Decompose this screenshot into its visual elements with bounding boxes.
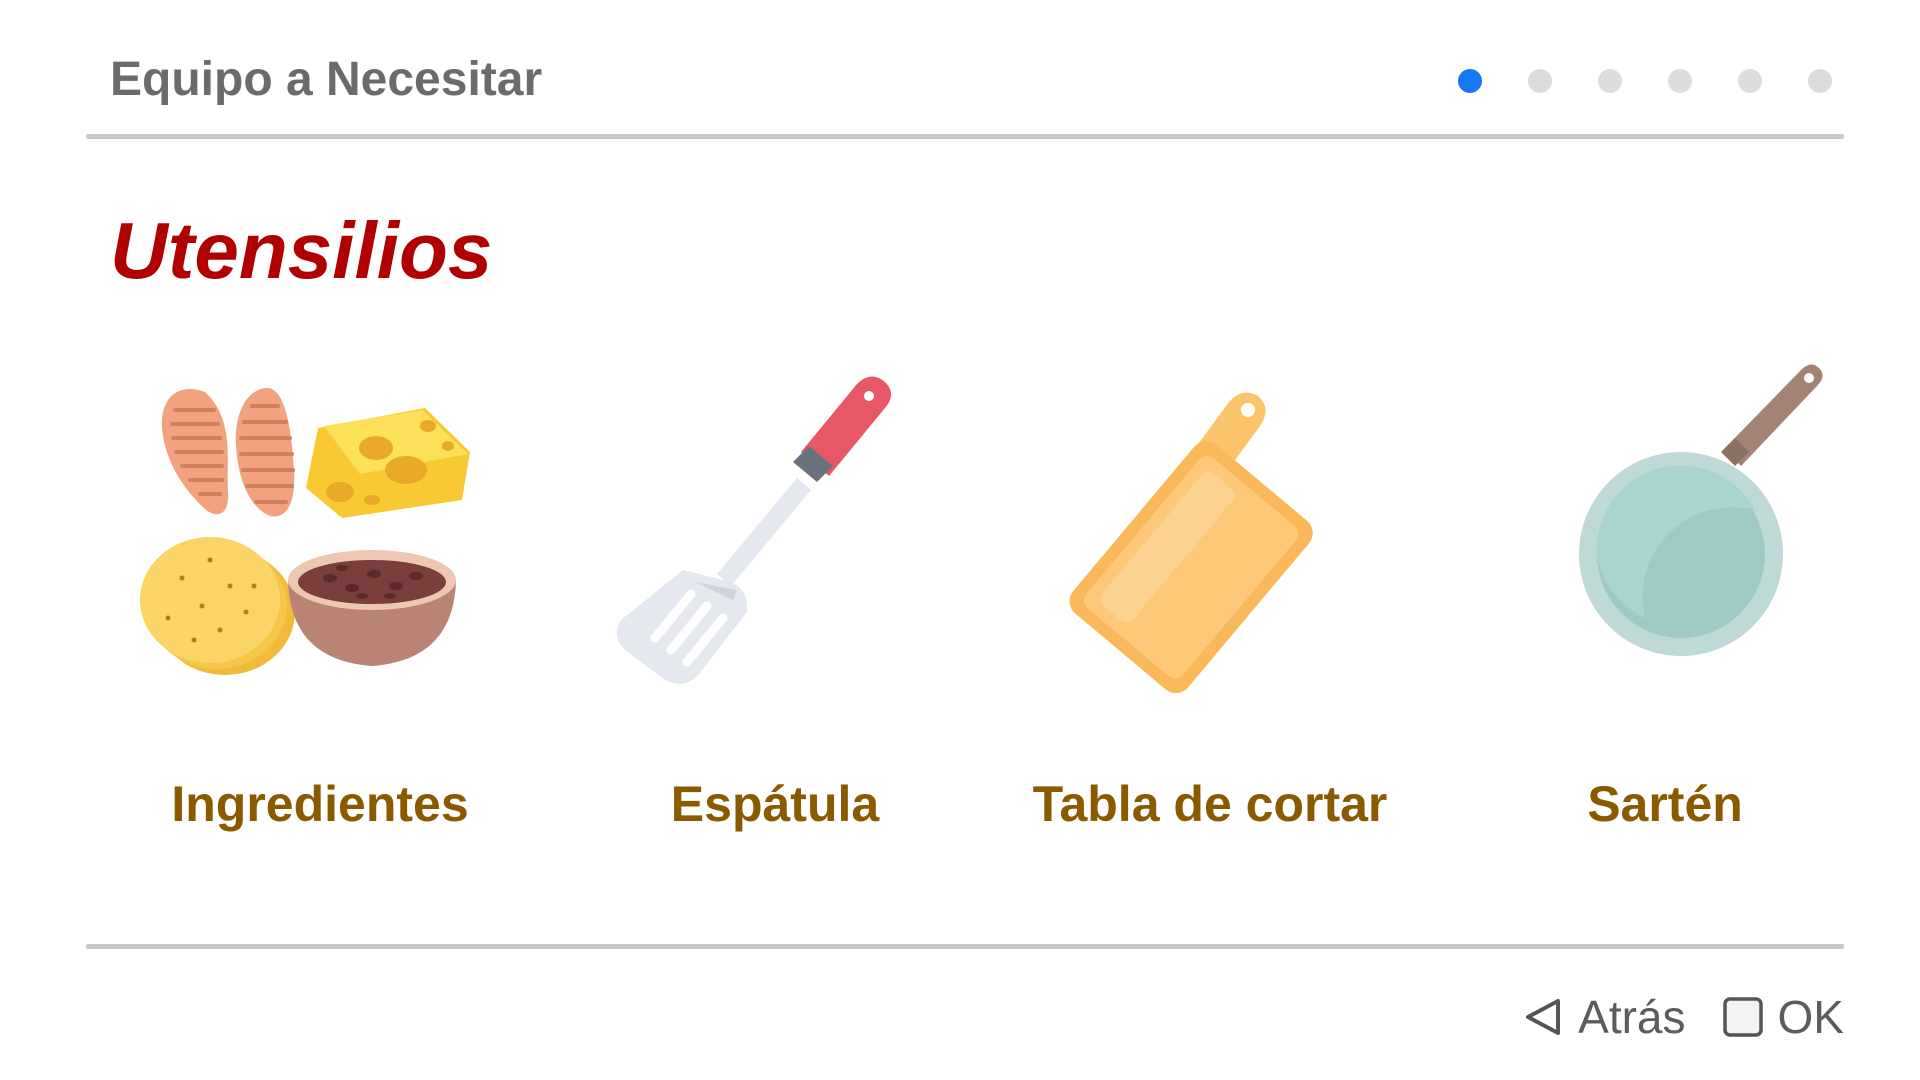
equipment-label-cutting-board: Tabla de cortar (1032, 776, 1388, 832)
back-label: Atrás (1578, 991, 1686, 1043)
page-title: Equipo a Necesitar (110, 53, 543, 106)
equipment-item-ingredients[interactable]: Ingredientes (110, 350, 530, 870)
section-title: Utensilios (110, 206, 493, 295)
equipment-item-cutting-board[interactable]: Tabla de cortar (1000, 350, 1420, 870)
equipment-list: Ingredientes Espátula Tabla de cortar Sa… (110, 350, 1830, 870)
pagination-dot-1[interactable] (1458, 69, 1482, 93)
cutting-board-icon (1000, 350, 1420, 730)
equipment-label-ingredients: Ingredientes (171, 776, 469, 832)
equipment-label-frying-pan: Sartén (1587, 776, 1743, 832)
pagination-dots (1458, 69, 1832, 93)
header-divider (86, 134, 1844, 139)
footer-controls: Atrás OK (1522, 990, 1844, 1044)
back-triangle-icon (1522, 996, 1564, 1038)
ok-label: OK (1777, 991, 1844, 1043)
ok-button[interactable]: OK (1722, 990, 1844, 1044)
pagination-dot-5[interactable] (1738, 69, 1762, 93)
pagination-dot-2[interactable] (1528, 69, 1552, 93)
spatula-icon (565, 350, 985, 730)
frying-pan-icon (1455, 350, 1875, 730)
ingredients-icon (110, 350, 530, 730)
header: Equipo a Necesitar (86, 0, 1844, 140)
pagination-dot-4[interactable] (1668, 69, 1692, 93)
equipment-item-spatula[interactable]: Espátula (565, 350, 985, 870)
back-button[interactable]: Atrás (1522, 990, 1686, 1044)
pagination-dot-6[interactable] (1808, 69, 1832, 93)
equipment-item-frying-pan[interactable]: Sartén (1455, 350, 1875, 870)
equipment-label-spatula: Espátula (670, 776, 880, 832)
pagination-dot-3[interactable] (1598, 69, 1622, 93)
footer-divider (86, 944, 1844, 949)
square-button-icon (1722, 996, 1764, 1038)
